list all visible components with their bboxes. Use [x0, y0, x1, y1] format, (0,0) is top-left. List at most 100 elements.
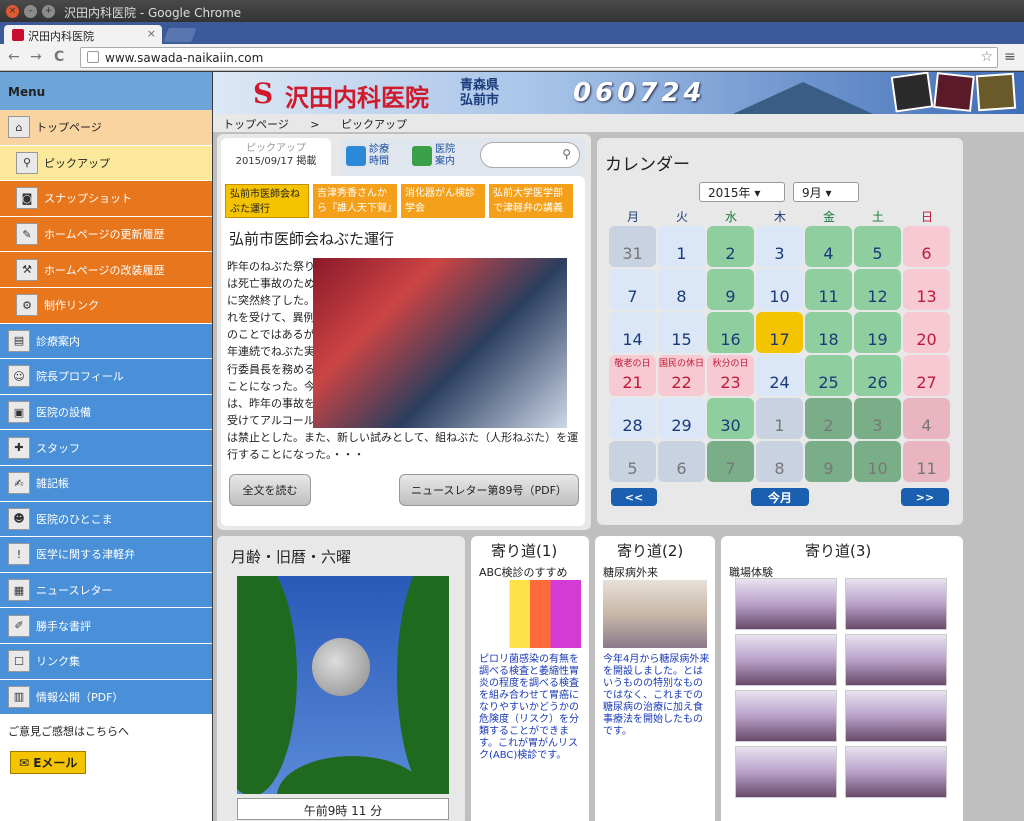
sidebar-item-pickup[interactable]: ⚲ ピックアップ	[0, 145, 212, 182]
new-tab-button[interactable]	[163, 28, 197, 42]
chrome-menu-icon[interactable]: ≡	[1004, 50, 1018, 64]
sidebar-item-snapshot[interactable]: ◙ スナップショット	[0, 181, 212, 217]
calendar-day[interactable]: 6	[903, 226, 950, 267]
yorimichi-1-title[interactable]: 寄り道(1)	[491, 540, 557, 561]
sidebar-item-disclosure[interactable]: ▥ 情報公開（PDF）	[0, 679, 212, 716]
clinic-location: 青森県 弘前市	[460, 78, 499, 108]
current-month-button[interactable]: 今月	[751, 488, 809, 506]
calendar-day[interactable]: 7	[707, 441, 754, 482]
calendar-day[interactable]: 9	[805, 441, 852, 482]
calendar-day[interactable]: 10	[854, 441, 901, 482]
bookmark-star-icon[interactable]: ☆	[980, 49, 993, 65]
address-bar[interactable]: www.sawada-naikaiin.com ☆	[80, 47, 998, 68]
day-number: 29	[671, 416, 692, 435]
back-icon[interactable]: ←	[8, 49, 20, 65]
calendar-day[interactable]: 11	[903, 441, 950, 482]
calendar-day[interactable]: 4	[805, 226, 852, 267]
breadcrumb-home[interactable]: トップページ	[223, 118, 289, 131]
sidebar-item-staff[interactable]: ✚ スタッフ	[0, 430, 212, 466]
calendar-day[interactable]: 25	[805, 355, 852, 396]
calendar-day[interactable]: 1	[658, 226, 705, 267]
forward-icon[interactable]: →	[30, 49, 42, 65]
sidebar-item-book-review[interactable]: ✐ 勝手な書評	[0, 608, 212, 644]
calendar-day[interactable]: 3	[854, 398, 901, 439]
next-month-button[interactable]: >>	[901, 488, 949, 506]
sidebar-item-director-profile[interactable]: ☺ 院長プロフィール	[0, 359, 212, 395]
topic-tab-3[interactable]: 消化器がん検診学会	[401, 184, 485, 218]
calendar-day[interactable]: 11	[805, 269, 852, 310]
calendar-day[interactable]: 8	[658, 269, 705, 310]
calendar-day[interactable]: 24	[756, 355, 803, 396]
calendar-day[interactable]: 3	[756, 226, 803, 267]
topic-tab-4[interactable]: 弘前大学医学部で津軽弁の講義	[489, 184, 573, 218]
minimize-window-button[interactable]: –	[24, 5, 37, 18]
work-photo	[735, 634, 837, 686]
sidebar-item-notebook[interactable]: ✍ 雑記帳	[0, 465, 212, 502]
tab-close-icon[interactable]: ×	[147, 27, 156, 40]
calendar-day[interactable]: 2	[805, 398, 852, 439]
calendar-day[interactable]: 28	[609, 398, 656, 439]
month-select[interactable]: 9月 ▾	[793, 182, 859, 202]
sidebar-item-renovation-history[interactable]: ⚒ ホームページの改装履歴	[0, 252, 212, 288]
sidebar-item-links[interactable]: ☐ リンク集	[0, 643, 212, 680]
calendar-day[interactable]: 29	[658, 398, 705, 439]
calendar-day[interactable]: 17	[756, 312, 803, 353]
email-button[interactable]: ✉ Eメール	[10, 751, 87, 775]
sidebar-item-tsugaru-dialect[interactable]: ! 医学に関する津軽弁	[0, 537, 212, 573]
consultation-hours-link[interactable]: 診療 時間	[346, 144, 389, 168]
url-text[interactable]: www.sawada-naikaiin.com	[105, 51, 263, 65]
calendar-day[interactable]: 7	[609, 269, 656, 310]
yorimichi-2-title[interactable]: 寄り道(2)	[617, 540, 683, 561]
calendar-day[interactable]: 27	[903, 355, 950, 396]
sidebar-item-production-links[interactable]: ⚙ 制作リンク	[0, 287, 212, 324]
window-titlebar: × – + 沢田内科医院 - Google Chrome	[0, 0, 1024, 22]
calendar-day[interactable]: 18	[805, 312, 852, 353]
calendar-day[interactable]: 1	[756, 398, 803, 439]
search-icon[interactable]: ⚲	[562, 147, 571, 161]
search-input[interactable]: ⚲	[480, 142, 580, 168]
calendar-day[interactable]: 9	[707, 269, 754, 310]
sidebar-item-clinic-info[interactable]: ▤ 診療案内	[0, 323, 212, 360]
calendar-day[interactable]: 22 国民の休日	[658, 355, 705, 396]
sidebar-item-top[interactable]: ⌂ トップページ	[0, 110, 212, 146]
topic-tab-2[interactable]: 吉津秀香さんから『誰人天下賀』	[313, 184, 397, 218]
newsletter-pdf-button[interactable]: ニュースレター第89号（PDF）	[399, 474, 579, 506]
calendar-day[interactable]: 5	[609, 441, 656, 482]
calendar-day[interactable]: 2	[707, 226, 754, 267]
calendar-day[interactable]: 8	[756, 441, 803, 482]
topic-tab-1[interactable]: 弘前市医師会ねぶた運行	[225, 184, 309, 218]
prev-month-button[interactable]: <<	[611, 488, 657, 506]
close-window-button[interactable]: ×	[6, 5, 19, 18]
calendar-day[interactable]: 12	[854, 269, 901, 310]
reload-icon[interactable]: C	[54, 49, 64, 65]
sidebar-item-update-history[interactable]: ✎ ホームページの更新履歴	[0, 216, 212, 253]
calendar-day[interactable]: 20	[903, 312, 950, 353]
calendar-day[interactable]: 10	[756, 269, 803, 310]
year-select[interactable]: 2015年 ▾	[699, 182, 785, 202]
sidebar-item-equipment[interactable]: ▣ 医院の設備	[0, 394, 212, 431]
calendar-day[interactable]: 15	[658, 312, 705, 353]
calendar-day[interactable]: 4	[903, 398, 950, 439]
calendar-day[interactable]: 5	[854, 226, 901, 267]
calendar-day[interactable]: 21 敬老の日	[609, 355, 656, 396]
maximize-window-button[interactable]: +	[42, 5, 55, 18]
sidebar-item-newsletter[interactable]: ▦ ニュースレター	[0, 572, 212, 609]
calendar-day[interactable]: 16	[707, 312, 754, 353]
yorimichi-3-title[interactable]: 寄り道(3)	[805, 540, 871, 561]
calendar-day[interactable]: 31	[609, 226, 656, 267]
calendar-day[interactable]: 30	[707, 398, 754, 439]
calendar-day[interactable]: 19	[854, 312, 901, 353]
calendar-day[interactable]: 13	[903, 269, 950, 310]
calendar-panel: カレンダー 2015年 ▾ 9月 ▾ 月火水木金土日 31 1 2 3 4 5 6 7 8 9 10…	[597, 138, 963, 525]
calendar-day[interactable]: 23 秋分の日	[707, 355, 754, 396]
read-more-button[interactable]: 全文を読む	[229, 474, 311, 506]
calendar-day[interactable]: 26	[854, 355, 901, 396]
camera-icon: ◙	[16, 187, 38, 210]
document-icon: ▥	[8, 685, 30, 708]
calendar-day[interactable]: 14	[609, 312, 656, 353]
browser-tab[interactable]: 沢田内科医院 ×	[4, 25, 162, 44]
pickup-tab[interactable]: ピックアップ 2015/09/17 掲載	[221, 138, 331, 176]
sidebar-item-clinic-scenes[interactable]: ☻ 医院のひとこま	[0, 501, 212, 538]
clinic-guide-link[interactable]: 医院 案内	[412, 144, 455, 168]
calendar-day[interactable]: 6	[658, 441, 705, 482]
